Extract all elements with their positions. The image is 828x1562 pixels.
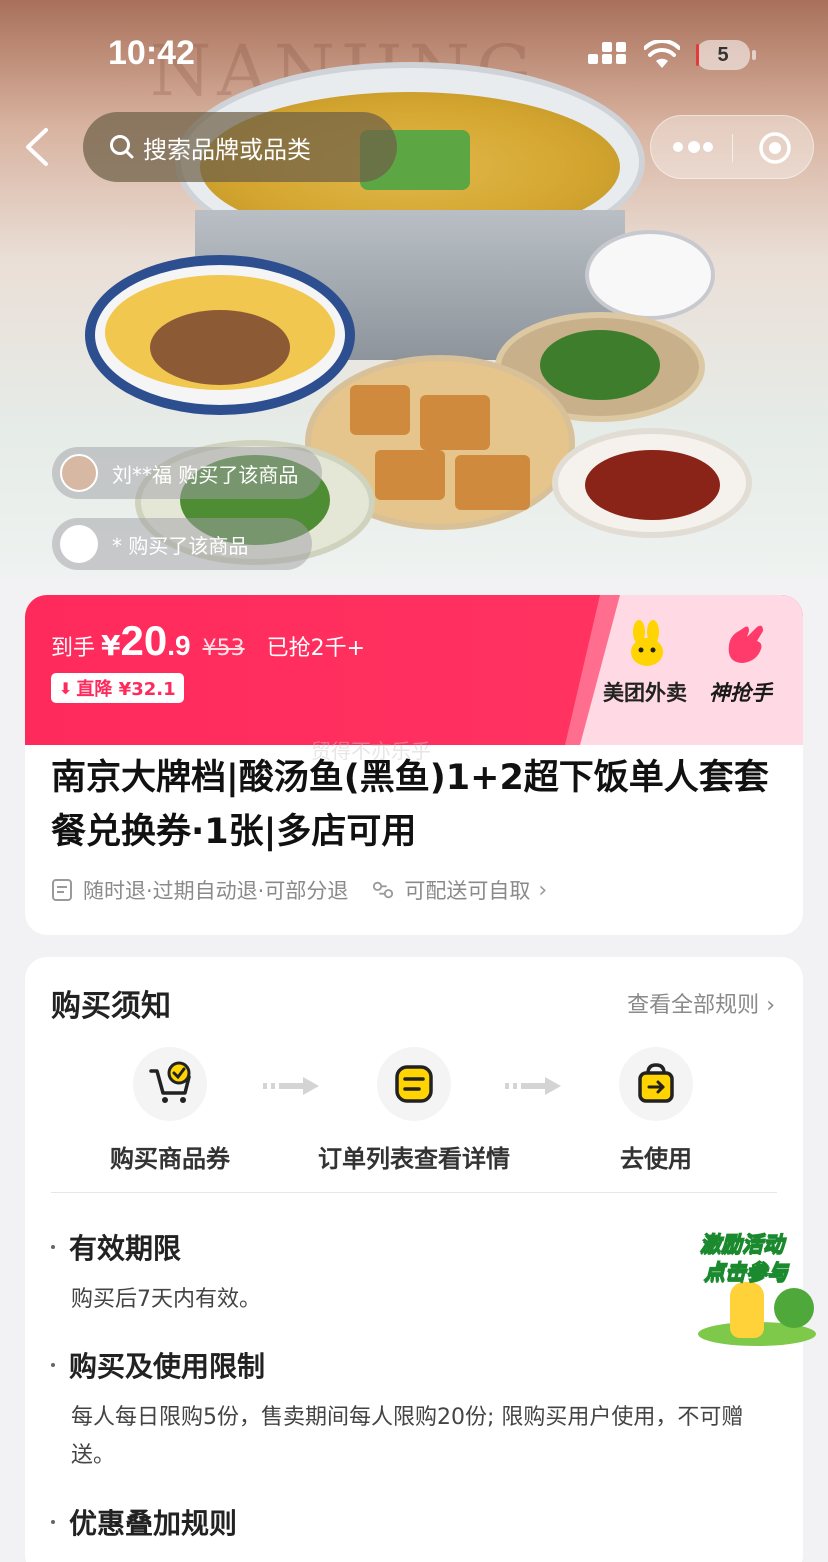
battery-level: 5 bbox=[717, 44, 729, 66]
capsule-divider bbox=[732, 134, 733, 162]
status-time: 10:42 bbox=[108, 34, 195, 72]
radish-piece bbox=[350, 385, 410, 435]
radish-piece bbox=[375, 450, 445, 500]
more-dots-icon[interactable] bbox=[673, 141, 713, 154]
bullet-dot bbox=[51, 1245, 55, 1249]
step-buy: 购买商品券 bbox=[55, 1047, 285, 1174]
chevron-right-icon: › bbox=[538, 877, 548, 903]
delivery-icon bbox=[373, 881, 394, 899]
price-integer: 20 bbox=[120, 617, 168, 664]
recent-buyer-text: 刘**福 购买了该商品 bbox=[112, 462, 299, 487]
cart-check-icon bbox=[149, 1061, 191, 1103]
activity-subtitle: 点击参与 bbox=[704, 1260, 789, 1285]
view-all-rules-link[interactable]: 查看全部规则 › bbox=[627, 987, 775, 1019]
tree-icon bbox=[774, 1288, 814, 1328]
back-arrow-icon[interactable] bbox=[20, 124, 60, 170]
chevron-right-icon: › bbox=[766, 993, 775, 1018]
step-icon-circle bbox=[619, 1047, 693, 1121]
divider bbox=[51, 1192, 777, 1193]
cellular-signal-icon bbox=[588, 42, 630, 70]
rule-section: 优惠叠加规则 bbox=[51, 1502, 791, 1542]
recent-buyer-bubble: * 购买了该商品 bbox=[52, 518, 312, 570]
delivery-tags[interactable]: 可配送可自取 bbox=[404, 875, 530, 905]
recent-buyer-bubble: 刘**福 购买了该商品 bbox=[52, 447, 322, 499]
veg-plate-greens bbox=[540, 330, 660, 400]
hero-banner: NANJING 10:42 5 搜索品牌或品类 bbox=[0, 0, 828, 578]
service-tags: 随时退·过期自动退·可部分退 可配送可自取 › bbox=[51, 875, 547, 905]
product-title: 南京大牌档|酸汤鱼(黑鱼)1+2超下饭单人套套餐兑换券·1张|多店可用 bbox=[51, 758, 769, 852]
receipt-icon bbox=[52, 879, 72, 901]
notice-title: 购买须知 bbox=[51, 989, 171, 1024]
down-arrow-icon: ⬇ bbox=[59, 678, 73, 698]
step-icon-circle bbox=[377, 1047, 451, 1121]
search-placeholder: 搜索品牌或品类 bbox=[143, 135, 311, 164]
price-decimal: .9 bbox=[167, 630, 191, 661]
price-drop-badge: ⬇ 直降 ¥32.1 bbox=[51, 673, 184, 703]
list-icon bbox=[395, 1065, 433, 1103]
price-line: 到手 ¥ 20 .9 ¥53 已抢2千+ bbox=[51, 617, 365, 665]
product-card: 到手 ¥ 20 .9 ¥53 已抢2千+ ⬇ 直降 ¥32.1 美团外卖 神抢手… bbox=[25, 595, 803, 935]
usage-steps: 购买商品券 订单列表查看详情 去使用 bbox=[25, 1047, 803, 1173]
battery-low-bar bbox=[696, 44, 699, 66]
rule-section: 购买及使用限制 每人每日限购5份，售卖期间每人限购20份; 限购买用户使用，不可… bbox=[51, 1345, 791, 1475]
avatar bbox=[60, 454, 98, 492]
bullet-dot bbox=[51, 1520, 55, 1524]
mini-program-capsule bbox=[650, 115, 814, 179]
close-target-icon[interactable] bbox=[757, 130, 793, 166]
view-all-rules-label: 查看全部规则 bbox=[627, 993, 760, 1018]
egg-meat-topping bbox=[150, 310, 290, 385]
step-label: 订单列表查看详情 bbox=[318, 1145, 510, 1173]
campaign-name: 神抢手 bbox=[709, 681, 772, 705]
rule-body: 购买后7天内有效。 bbox=[71, 1287, 261, 1312]
rule-section: 有效期限 购买后7天内有效。 bbox=[51, 1227, 791, 1319]
step-label: 去使用 bbox=[620, 1145, 692, 1173]
grab-hand-icon bbox=[728, 625, 763, 663]
radish-piece bbox=[455, 455, 530, 510]
search-icon bbox=[110, 135, 134, 159]
brand-name: 美团外卖 bbox=[603, 681, 687, 705]
bag-arrow-icon bbox=[638, 1063, 674, 1103]
price-drop-text: 直降 ¥32.1 bbox=[76, 679, 176, 700]
step-icon-circle bbox=[133, 1047, 207, 1121]
kangaroo-mascot-icon bbox=[730, 1282, 764, 1338]
price-label: 到手 bbox=[51, 636, 96, 661]
rule-heading: 购买及使用限制 bbox=[69, 1350, 266, 1383]
original-price: ¥53 bbox=[202, 636, 245, 661]
activity-title: 激励活动 bbox=[700, 1232, 785, 1257]
wifi-icon bbox=[644, 40, 680, 68]
kangaroo-mascot-icon bbox=[631, 620, 663, 666]
refund-tags: 随时退·过期自动退·可部分退 bbox=[83, 879, 349, 903]
price-currency: ¥ bbox=[101, 629, 121, 662]
step-use: 去使用 bbox=[541, 1047, 771, 1174]
step-label: 购买商品券 bbox=[110, 1145, 230, 1173]
tofu-sauce bbox=[585, 450, 720, 520]
rule-heading: 优惠叠加规则 bbox=[69, 1507, 238, 1540]
rice-bowl bbox=[585, 230, 715, 320]
rule-body: 每人每日限购5份，售卖期间每人限购20份; 限购买用户使用，不可赠送。 bbox=[71, 1405, 744, 1468]
sold-count: 已抢2千+ bbox=[266, 636, 366, 661]
battery-indicator: 5 bbox=[696, 40, 756, 70]
search-input[interactable]: 搜索品牌或品类 bbox=[83, 112, 397, 182]
purchase-notice-card: 购买须知 查看全部规则 › 购买商品券 订单列表查看详情 去使用 有效期限 购买… bbox=[25, 957, 803, 1562]
bullet-dot bbox=[51, 1363, 55, 1367]
incentive-activity-float[interactable]: 激励活动 点击参与 bbox=[694, 1222, 820, 1354]
radish-piece bbox=[420, 395, 490, 450]
recent-buyer-text: * 购买了该商品 bbox=[112, 533, 249, 558]
rule-heading: 有效期限 bbox=[69, 1232, 182, 1265]
avatar bbox=[60, 525, 98, 563]
step-view-order: 订单列表查看详情 bbox=[299, 1047, 529, 1174]
